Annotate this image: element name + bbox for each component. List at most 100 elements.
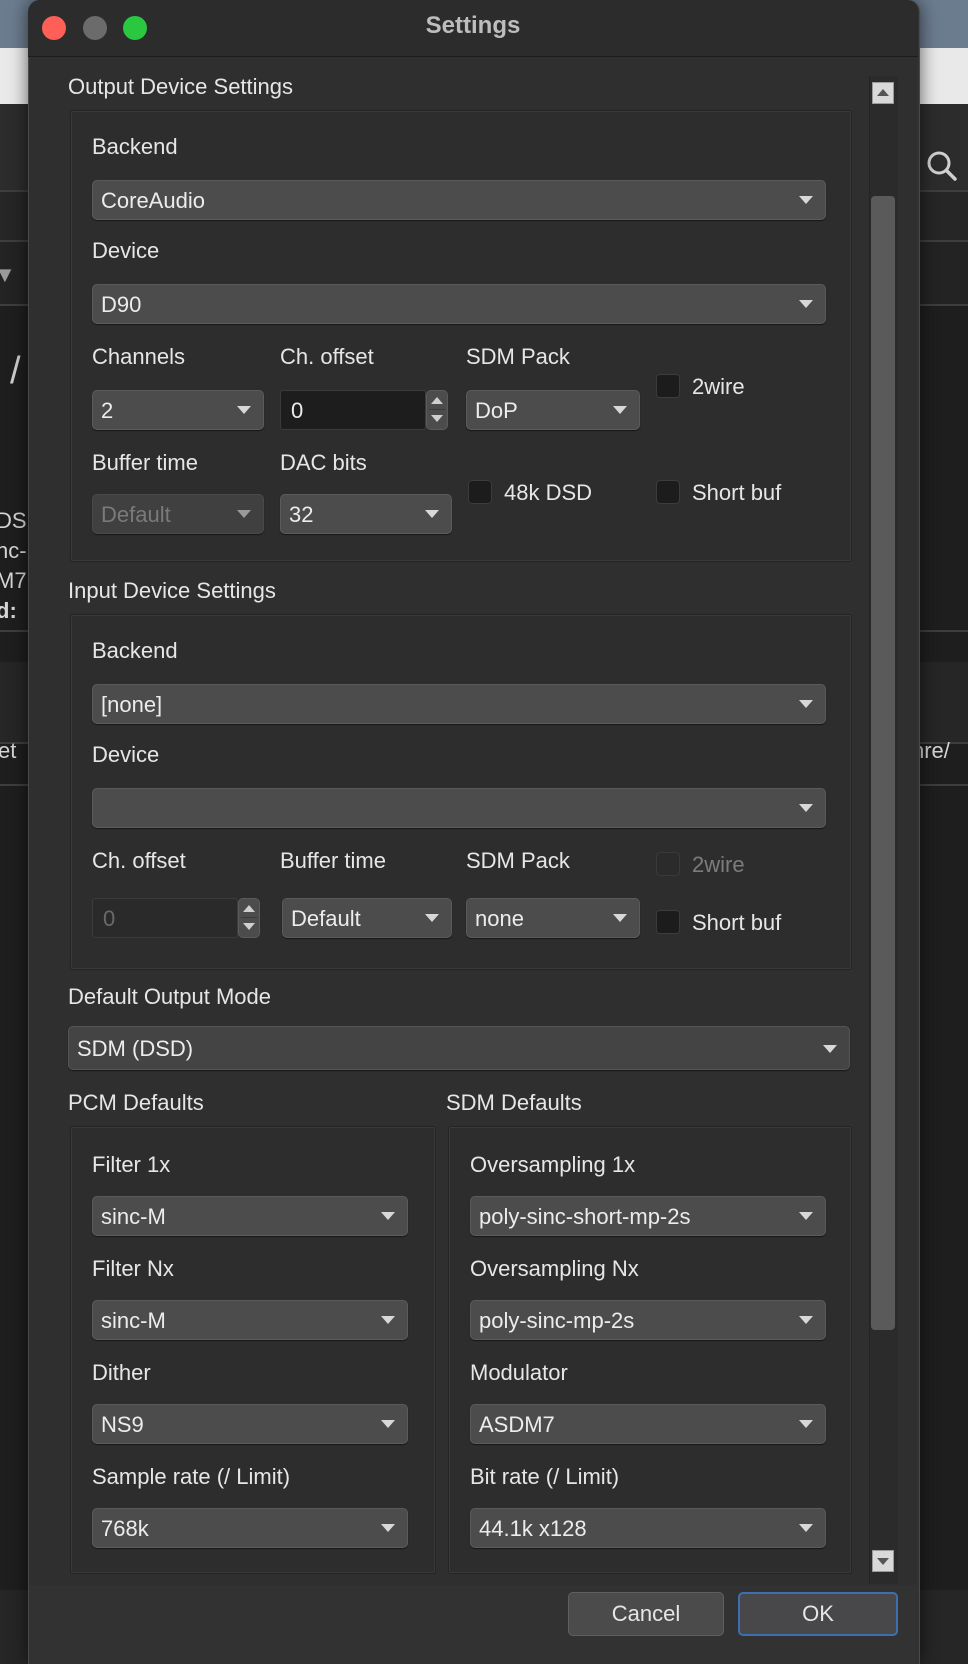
output-2wire-label: 2wire [692,374,745,399]
background-text: et [0,738,17,763]
output-dac-bits-select[interactable]: 32 [280,494,452,534]
input-2wire-checkbox[interactable] [656,852,680,876]
scroll-up-button[interactable] [872,82,894,104]
sdm-os1x-select[interactable]: poly-sinc-short-mp-2s [470,1196,826,1236]
default-output-mode-value: SDM (DSD) [77,1036,194,1061]
output-ch-offset-input[interactable]: 0 [280,390,426,430]
sdm-modulator-select[interactable]: ASDM7 [470,1404,826,1444]
chevron-down-icon [799,1316,813,1324]
pcm-group-box [70,1126,436,1574]
sdm-bitrate-value: 44.1k x128 [479,1516,587,1541]
output-channels-label: Channels [92,344,185,369]
output-backend-label: Backend [92,134,178,159]
stepper-up-icon[interactable] [243,905,255,912]
chevron-down-icon [613,406,627,414]
sdm-group-box [448,1126,852,1574]
input-short-buf-checkbox[interactable] [656,910,680,934]
ok-button[interactable]: OK [738,1592,898,1636]
output-buffer-time-select[interactable]: Default [92,494,264,534]
background-text: M7 [0,568,27,593]
scrollbar-thumb[interactable] [871,196,895,1330]
input-sdm-pack-select[interactable]: none [466,898,640,938]
sdm-osNx-value: poly-sinc-mp-2s [479,1308,635,1333]
pcm-dither-select[interactable]: NS9 [92,1404,408,1444]
output-ch-offset-label: Ch. offset [280,344,374,369]
input-sdm-pack-label: SDM Pack [466,848,570,873]
output-48k-dsd-checkbox[interactable] [468,480,492,504]
default-output-mode-select[interactable]: SDM (DSD) [68,1026,850,1070]
output-sdm-pack-label: SDM Pack [466,344,570,369]
input-ch-offset-value: 0 [103,906,116,931]
output-backend-value: CoreAudio [101,188,205,213]
output-48k-dsd-label: 48k DSD [504,480,593,505]
background-toolbar-right [912,48,968,104]
input-backend-value: [none] [101,692,163,717]
stepper-up-icon[interactable] [431,397,443,404]
output-2wire-checkbox[interactable] [656,374,680,398]
sdm-os1x-value: poly-sinc-short-mp-2s [479,1204,691,1229]
output-device-select[interactable]: D90 [92,284,826,324]
output-ch-offset-value: 0 [291,398,304,423]
output-backend-select[interactable]: CoreAudio [92,180,826,220]
chevron-down-icon [799,1420,813,1428]
pcm-dither-value: NS9 [101,1412,144,1437]
stepper-down-icon[interactable] [243,923,255,930]
output-ch-offset-stepper[interactable] [426,390,448,430]
output-device-label: Device [92,238,160,263]
chevron-down-icon [799,196,813,204]
window-title: Settings [425,12,521,39]
sdm-osNx-select[interactable]: poly-sinc-mp-2s [470,1300,826,1340]
input-ch-offset-label: Ch. offset [92,848,186,873]
pcm-dither-label: Dither [92,1360,151,1385]
output-device-value: D90 [101,292,142,317]
search-icon[interactable] [926,150,958,187]
input-ch-offset-stepper[interactable] [238,898,260,938]
pcm-group-title: PCM Defaults [68,1090,204,1115]
background-slash: / [10,350,21,392]
input-backend-select[interactable]: [none] [92,684,826,724]
output-short-buf-checkbox[interactable] [656,480,680,504]
pcm-filterNx-value: sinc-M [101,1308,166,1333]
chevron-down-icon [381,1316,395,1324]
pcm-samplerate-select[interactable]: 768k [92,1508,408,1548]
sdm-bitrate-select[interactable]: 44.1k x128 [470,1508,826,1548]
output-sdm-pack-value: DoP [475,398,518,423]
input-buffer-time-label: Buffer time [280,848,386,873]
sdm-osNx-label: Oversampling Nx [470,1256,639,1281]
arrow-down-icon [877,1558,889,1565]
stepper-down-icon[interactable] [431,415,443,422]
sdm-modulator-value: ASDM7 [479,1412,555,1437]
sdm-modulator-label: Modulator [470,1360,568,1385]
input-buffer-time-select[interactable]: Default [282,898,452,938]
pcm-samplerate-value: 768k [101,1516,149,1541]
chevron-down-icon [799,700,813,708]
background-text: DS [0,508,27,533]
output-dac-bits-label: DAC bits [280,450,367,475]
input-ch-offset-input[interactable]: 0 [92,898,238,938]
arrow-up-icon [877,89,889,96]
chevron-down-icon [237,510,251,518]
pcm-filterNx-label: Filter Nx [92,1256,174,1281]
pcm-filter1x-label: Filter 1x [92,1152,171,1177]
pcm-filterNx-select[interactable]: sinc-M [92,1300,408,1340]
chevron-down-icon [823,1045,837,1053]
input-device-select[interactable] [92,788,826,828]
chevron-down-icon [237,406,251,414]
chevron-down-icon [425,914,439,922]
chevron-down-icon [799,1524,813,1532]
chevron-down-icon [799,300,813,308]
background-toolbar-left [0,48,30,104]
output-group-title: Output Device Settings [68,74,294,99]
output-channels-select[interactable]: 2 [92,390,264,430]
input-2wire-label: 2wire [692,852,745,877]
output-buffer-time-label: Buffer time [92,450,198,475]
output-sdm-pack-select[interactable]: DoP [466,390,640,430]
cancel-button[interactable]: Cancel [568,1592,724,1636]
input-group-title: Input Device Settings [68,578,276,603]
default-output-mode-label: Default Output Mode [68,984,272,1009]
output-buffer-time-value: Default [101,502,171,527]
scroll-down-button[interactable] [872,1550,894,1572]
sdm-bitrate-label: Bit rate (/ Limit) [470,1464,620,1489]
chevron-down-icon [799,1212,813,1220]
pcm-filter1x-select[interactable]: sinc-M [92,1196,408,1236]
